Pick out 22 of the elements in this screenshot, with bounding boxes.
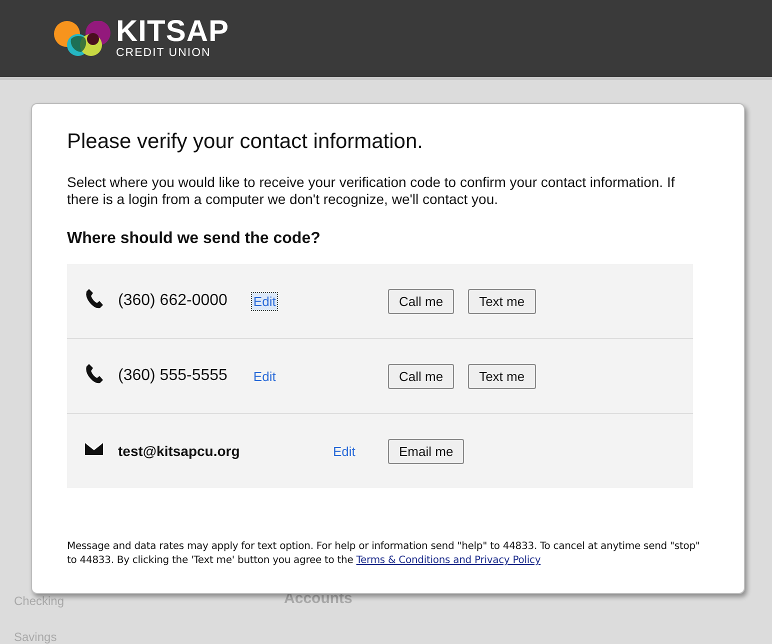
contact-button[interactable]: Email me — [388, 438, 464, 464]
dialog-description: Select where you would like to receive your verification code to confirm your contact information. If there is a login from a computer we don't recognize, we'll contact you. — [67, 174, 676, 208]
disclaimer-text: Message and data rates may apply for text option. For help or information send "help" to 44833. To cancel at anytime send "stop" to 44833. By clicking the 'Text me' button you agree to the Terms & Conditions and Privacy Policy — [67, 540, 701, 568]
contact-button[interactable]: Text me — [468, 364, 536, 388]
phone-icon — [85, 363, 104, 384]
envelope-icon — [85, 442, 103, 455]
edit-link[interactable]: Edit — [251, 366, 278, 386]
contact-button[interactable]: Call me — [388, 288, 454, 314]
phone-number: (360) 662-0000 — [118, 292, 228, 310]
edit-link[interactable]: Edit — [331, 442, 358, 460]
brand-subtitle: CREDIT UNION — [116, 48, 212, 60]
phone-number: (360) 555-5555 — [118, 367, 228, 385]
contact-button[interactable]: Call me — [388, 364, 454, 388]
logo-icon — [54, 20, 112, 56]
contact-button[interactable]: Text me — [468, 288, 536, 314]
phone-icon — [85, 288, 104, 309]
edit-link[interactable]: Edit — [251, 292, 278, 310]
question-heading: Where should we send the code? — [67, 230, 322, 248]
brand-name: KITSAP — [116, 17, 230, 48]
terms-link[interactable]: Terms & Conditions and Privacy Policy — [356, 555, 541, 566]
email-address: test@kitsapcu.org — [118, 443, 241, 459]
dialog-title: Please verify your contact information. — [67, 130, 424, 154]
